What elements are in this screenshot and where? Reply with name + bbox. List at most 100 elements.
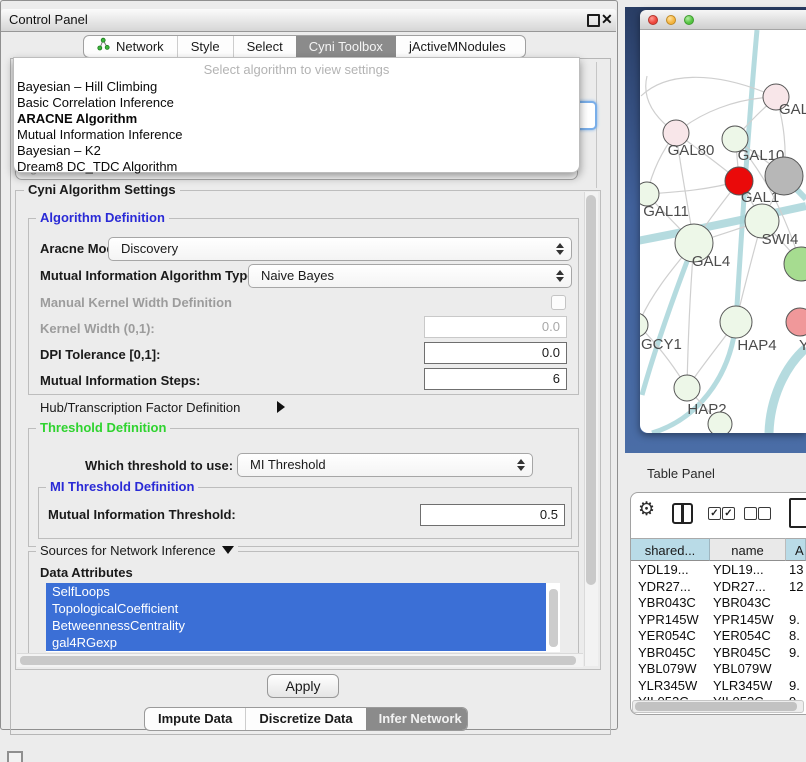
table-cell[interactable]: 12 (786, 579, 803, 596)
settings-vscroll-thumb[interactable] (586, 195, 596, 585)
mi-steps-field[interactable]: 6 (424, 368, 567, 390)
settings-hscroll-thumb[interactable] (20, 656, 576, 665)
threshold-definition-title: Threshold Definition (36, 421, 170, 435)
column-header-shared[interactable]: shared... (631, 538, 710, 561)
select-all-checkbox-icon[interactable]: ✓ (708, 507, 721, 520)
table-row[interactable]: YDR27...YDR27...12 (631, 579, 806, 596)
combo-spinner-icon (555, 241, 563, 257)
network-node[interactable] (720, 306, 752, 338)
aracne-mode-select[interactable]: Discovery (108, 237, 572, 261)
table-cell[interactable]: YBL079W (710, 661, 786, 678)
tab-select[interactable]: Select (233, 36, 296, 57)
column-layout-icon[interactable] (672, 503, 693, 524)
table-cell[interactable]: YLR345W (710, 678, 786, 695)
algorithm-option[interactable]: Mutual Information Inference (14, 127, 579, 143)
table-cell[interactable]: 8. (786, 628, 800, 645)
document-icon[interactable] (789, 498, 806, 528)
table-cell[interactable]: YBR043C (710, 595, 786, 612)
node-label: GAL80 (668, 142, 715, 159)
deselect-all-checkbox-icon[interactable] (744, 507, 757, 520)
network-node[interactable] (708, 412, 732, 433)
table-cell[interactable]: YER054C (631, 628, 710, 645)
float-window-icon[interactable] (587, 14, 600, 27)
table-hscroll-thumb[interactable] (635, 702, 797, 711)
column-header-partial[interactable]: A (786, 538, 806, 561)
algorithm-option[interactable]: ARACNE Algorithm (14, 111, 579, 127)
table-row[interactable]: YDL19...YDL19...13 (631, 562, 806, 579)
window-minimize-icon[interactable] (666, 15, 676, 25)
table-cell[interactable]: YLR345W (631, 678, 710, 695)
attribute-item[interactable]: TopologicalCoefficient (46, 600, 546, 617)
tab-cyni-toolbox[interactable]: Cyni Toolbox (296, 36, 396, 57)
attribute-item[interactable]: BetweennessCentrality (46, 617, 546, 634)
table-cell[interactable]: YBR045C (710, 645, 786, 662)
cyni-algorithm-settings-title: Cyni Algorithm Settings (24, 183, 180, 197)
tab-discretize-data[interactable]: Discretize Data (245, 708, 365, 730)
tab-infer-network[interactable]: Infer Network (366, 708, 468, 730)
network-view-titlebar[interactable] (640, 10, 806, 30)
kernel-width-field[interactable]: 0.0 (424, 316, 567, 338)
table-cell[interactable]: 9. (786, 678, 800, 695)
which-threshold-value: MI Threshold (250, 457, 326, 472)
algorithm-option[interactable]: Dream8 DC_TDC Algorithm (14, 159, 579, 175)
table-cell[interactable]: YPR145W (710, 612, 786, 629)
table-cell[interactable]: YBR043C (631, 595, 710, 612)
algorithm-option[interactable]: Bayesian – K2 (14, 143, 579, 159)
table-cell[interactable]: YBL079W (631, 661, 710, 678)
mi-type-select[interactable]: Naive Bayes (248, 264, 572, 288)
attributes-scroll-thumb[interactable] (549, 589, 558, 647)
tab-impute-data[interactable]: Impute Data (145, 708, 245, 730)
table-cell[interactable]: YBR045C (631, 645, 710, 662)
table-cell[interactable]: 13 (786, 562, 803, 579)
hub-definition-label[interactable]: Hub/Transcription Factor Definition (40, 400, 240, 416)
table-cell[interactable]: 9. (786, 612, 800, 629)
table-cell[interactable]: YDR27... (710, 579, 786, 596)
window-close-icon[interactable] (648, 15, 658, 25)
table-row[interactable]: YPR145WYPR145W9. (631, 612, 806, 629)
node-label: GCY1 (641, 336, 682, 353)
which-threshold-select[interactable]: MI Threshold (237, 453, 533, 477)
control-panel-titlebar[interactable] (1, 9, 616, 32)
column-header-name[interactable]: name (710, 538, 786, 561)
table-cell[interactable]: YDL19... (710, 562, 786, 579)
table-cell[interactable]: YER054C (710, 628, 786, 645)
minimized-widget-icon[interactable] (7, 751, 23, 762)
algorithm-option[interactable]: Bayesian – Hill Climbing (14, 79, 579, 95)
table-row[interactable]: YBL079WYBL079W (631, 661, 806, 678)
network-node[interactable] (765, 157, 803, 195)
close-icon[interactable]: ✕ (601, 11, 613, 28)
table-row[interactable]: YLR345WYLR345W9. (631, 678, 806, 695)
table-cell[interactable]: YDL19... (631, 562, 710, 579)
data-attributes-list[interactable]: SelfLoopsTopologicalCoefficientBetweenne… (46, 583, 546, 652)
table-row[interactable]: YBR043CYBR043C (631, 595, 806, 612)
apply-button[interactable]: Apply (267, 674, 339, 698)
sources-collapse-icon[interactable] (222, 546, 234, 554)
mi-threshold-field[interactable]: 0.5 (420, 504, 565, 526)
attribute-item[interactable]: gal4RGexp (46, 634, 546, 651)
network-node[interactable] (786, 308, 806, 336)
deselect-all-checkbox-icon[interactable] (758, 507, 771, 520)
table-row[interactable]: YER054CYER054C8. (631, 628, 806, 645)
attribute-item[interactable]: SelfLoops (46, 583, 546, 600)
tab-network-label: Network (116, 36, 164, 57)
dpi-tolerance-field[interactable]: 0.0 (424, 342, 567, 364)
table-cell[interactable]: 9. (786, 645, 800, 662)
tab-style[interactable]: Style (177, 36, 233, 57)
manual-kernel-checkbox[interactable] (551, 295, 566, 310)
aracne-mode-value: Discovery (121, 241, 178, 256)
table-cell[interactable]: YDR27... (631, 579, 710, 596)
hub-expand-icon[interactable] (277, 401, 285, 413)
algorithm-option[interactable]: Basic Correlation Inference (14, 95, 579, 111)
network-node[interactable] (674, 375, 700, 401)
table-row[interactable]: YBR045CYBR045C9. (631, 645, 806, 662)
sources-title[interactable]: Sources for Network Inference (36, 544, 238, 558)
tab-network[interactable]: Network (84, 36, 177, 57)
node-table[interactable]: YDL19...YDL19...13YDR27...YDR27...12YBR0… (631, 562, 806, 700)
tab-jactivemnodules[interactable]: jActiveMNodules (396, 36, 519, 57)
window-zoom-icon[interactable] (684, 15, 694, 25)
select-all-checkbox-icon[interactable]: ✓ (722, 507, 735, 520)
network-node[interactable] (784, 247, 806, 281)
gear-icon[interactable]: ⚙ (638, 499, 655, 521)
table-cell[interactable]: YPR145W (631, 612, 710, 629)
network-canvas[interactable]: GALGAL80GAL10GAL1GAL11SWI4GAL4GCY1HAP4YH… (640, 30, 806, 433)
